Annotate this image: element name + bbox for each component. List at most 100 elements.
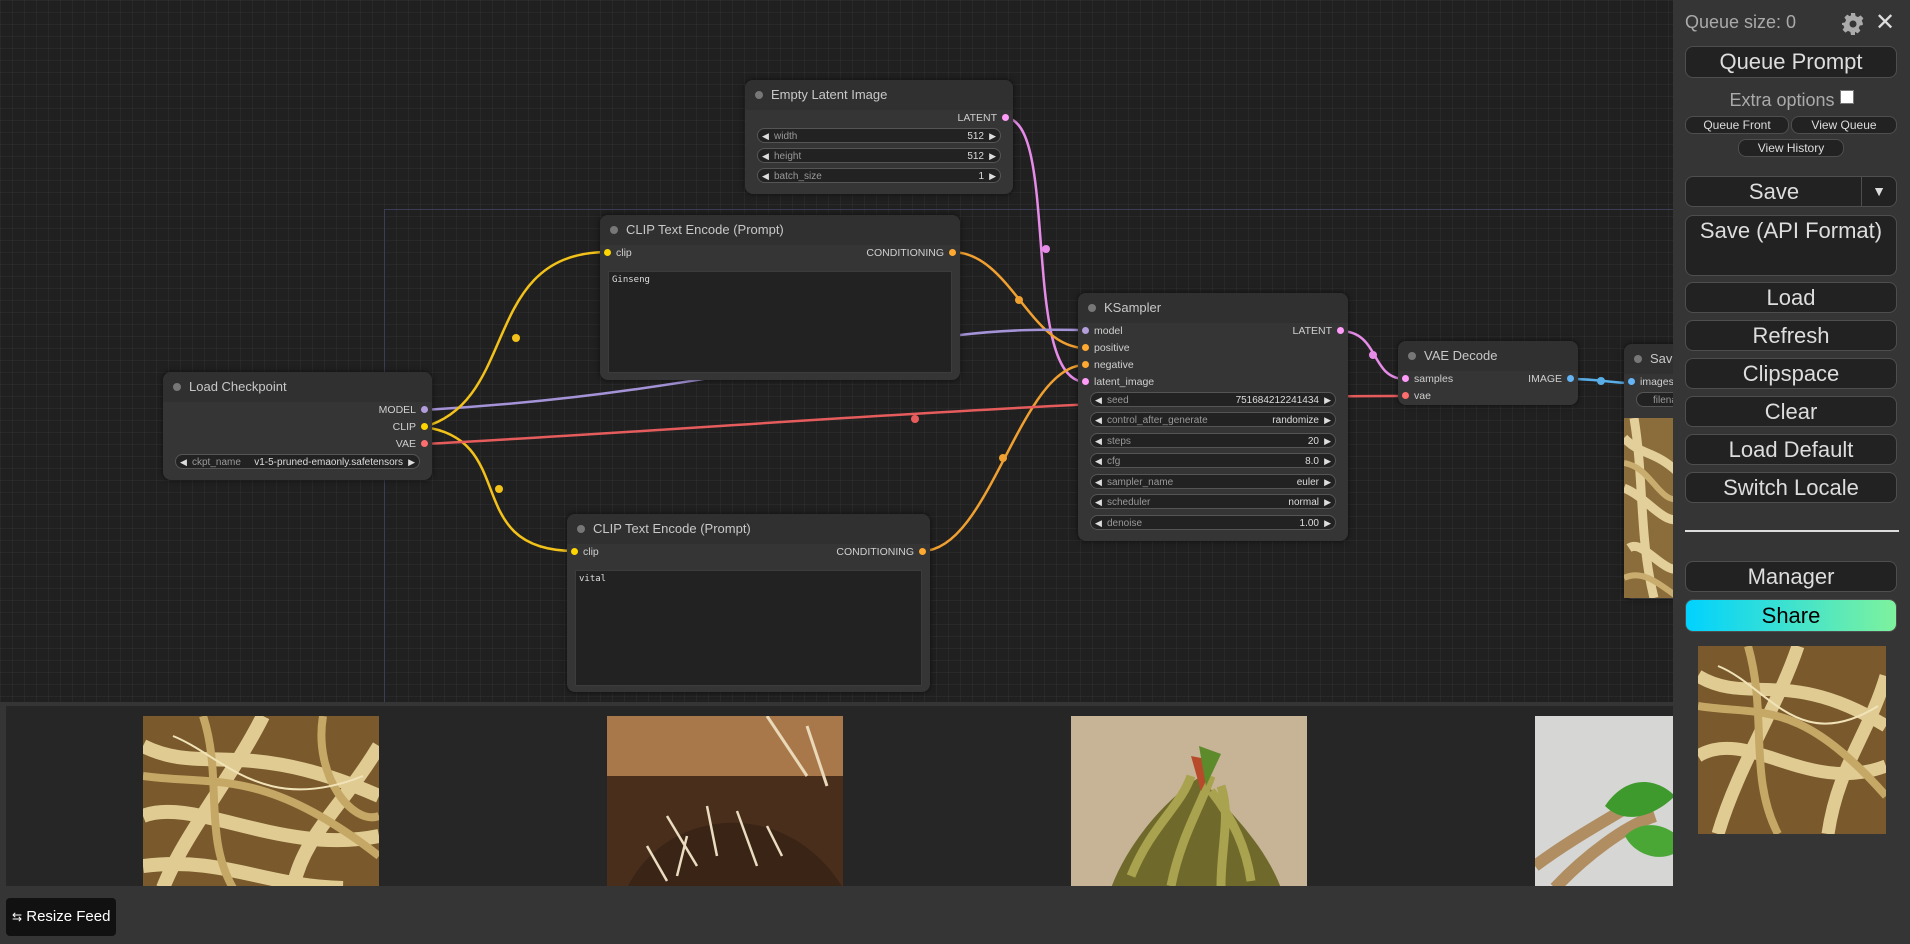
node-title: VAE Decode <box>1424 348 1498 363</box>
load-default-button[interactable]: Load Default <box>1685 434 1897 465</box>
switch-locale-button[interactable]: Switch Locale <box>1685 472 1897 503</box>
input-label-vae: vae <box>1414 390 1431 402</box>
input-slot-latent-image[interactable] <box>1082 378 1089 385</box>
clear-button[interactable]: Clear <box>1685 396 1897 427</box>
output-label-conditioning: CONDITIONING <box>866 247 944 259</box>
ksampler-node[interactable]: KSampler model positive negative latent_… <box>1078 293 1348 541</box>
view-queue-button[interactable]: View Queue <box>1791 116 1897 134</box>
output-slot-image[interactable] <box>1567 375 1574 382</box>
collapse-dot-icon[interactable] <box>1088 304 1096 312</box>
input-slot-vae[interactable] <box>1402 392 1409 399</box>
output-slot-conditioning[interactable] <box>919 548 926 555</box>
ginseng-roots-image <box>143 716 379 886</box>
control-after-generate-widget[interactable]: ◀ control_after_generate randomize ▶ <box>1090 412 1336 427</box>
refresh-button[interactable]: Refresh <box>1685 320 1897 351</box>
extra-options-row: Extra options <box>1673 90 1910 111</box>
output-label-conditioning: CONDITIONING <box>836 546 914 558</box>
input-label-clip: clip <box>583 546 599 558</box>
input-slot-model[interactable] <box>1082 327 1089 334</box>
clip-text-encode-negative-node[interactable]: CLIP Text Encode (Prompt) clip CONDITION… <box>567 514 930 692</box>
empty-latent-image-node[interactable]: Empty Latent Image LATENT ◀ width 512 ▶ ◀ he… <box>745 80 1013 194</box>
prompt-textarea[interactable]: Ginseng <box>608 271 952 373</box>
seed-widget[interactable]: ◀ seed 751684212241434 ▶ <box>1090 392 1336 407</box>
save-button[interactable]: Save ▼ <box>1685 176 1897 207</box>
close-icon[interactable]: ✕ <box>1875 8 1895 37</box>
collapse-dot-icon[interactable] <box>755 91 763 99</box>
load-checkpoint-node[interactable]: Load Checkpoint MODEL CLIP VAE ◀ ckpt_nam… <box>163 372 432 480</box>
save-image-node[interactable]: Save images filena <box>1624 344 1673 599</box>
collapse-dot-icon[interactable] <box>173 383 181 391</box>
input-slot-images[interactable] <box>1628 378 1635 385</box>
vae-decode-node[interactable]: VAE Decode samples vae IMAGE <box>1398 341 1578 405</box>
view-history-button[interactable]: View History <box>1738 139 1844 157</box>
collapse-dot-icon[interactable] <box>610 226 618 234</box>
image-feed: ⇆ Resize Feed <box>0 702 1673 944</box>
save-label: Save <box>1748 179 1800 204</box>
prompt-textarea[interactable]: vital <box>575 570 922 686</box>
output-label-clip: CLIP <box>392 421 416 433</box>
output-slot-conditioning[interactable] <box>949 249 956 256</box>
collapse-dot-icon[interactable] <box>1634 355 1642 363</box>
queue-size-label: Queue size: 0 <box>1685 12 1797 32</box>
width-widget[interactable]: ◀ width 512 ▶ <box>757 128 1001 143</box>
feed-image-3[interactable] <box>1071 716 1307 886</box>
collapse-dot-icon[interactable] <box>1408 352 1416 360</box>
input-label-images: images <box>1640 376 1673 388</box>
height-widget[interactable]: ◀ height 512 ▶ <box>757 148 1001 163</box>
output-slot-clip[interactable] <box>421 423 428 430</box>
output-slot-latent[interactable] <box>1002 114 1009 121</box>
input-slot-clip[interactable] <box>604 249 611 256</box>
input-slot-samples[interactable] <box>1402 375 1409 382</box>
ginseng-preview-graphic <box>1698 646 1886 834</box>
output-label-latent: LATENT <box>957 112 997 124</box>
output-slot-model[interactable] <box>421 406 428 413</box>
green-roots-on-burlap-image <box>1071 716 1307 886</box>
share-button[interactable]: Share <box>1685 599 1897 632</box>
resize-feed-label: Resize Feed <box>26 908 111 925</box>
queue-front-button[interactable]: Queue Front <box>1685 116 1789 134</box>
feed-image-1[interactable] <box>143 716 379 886</box>
denoise-widget[interactable]: ◀ denoise 1.00 ▶ <box>1090 515 1336 530</box>
sliders-icon: ⇆ <box>12 910 23 924</box>
load-button[interactable]: Load <box>1685 282 1897 313</box>
save-api-format-button[interactable]: Save (API Format) <box>1685 215 1897 276</box>
resize-feed-button[interactable]: ⇆ Resize Feed <box>6 898 117 936</box>
filename-prefix-widget[interactable]: filena <box>1636 392 1673 407</box>
save-dropdown-icon[interactable]: ▼ <box>1861 177 1896 206</box>
feed-strip[interactable] <box>6 706 1673 886</box>
gear-icon[interactable] <box>1841 12 1865 36</box>
latest-output-preview[interactable] <box>1698 646 1886 834</box>
ginseng-preview-graphic <box>1624 418 1673 598</box>
input-label-clip: clip <box>616 247 632 259</box>
node-graph-canvas[interactable]: Empty Latent Image LATENT ◀ width 512 ▶ ◀ he… <box>0 0 1673 702</box>
queue-prompt-button[interactable]: Queue Prompt <box>1685 46 1897 78</box>
soil-sprouts-image <box>607 716 843 886</box>
input-label-negative: negative <box>1094 359 1134 371</box>
extra-options-checkbox[interactable] <box>1839 90 1854 104</box>
output-slot-vae[interactable] <box>421 440 428 447</box>
cfg-widget[interactable]: ◀ cfg 8.0 ▶ <box>1090 453 1336 468</box>
output-label-vae: VAE <box>395 438 416 450</box>
manager-button[interactable]: Manager <box>1685 561 1897 592</box>
roots-with-leaves-image <box>1535 716 1673 886</box>
save-image-preview[interactable] <box>1624 418 1673 598</box>
scheduler-widget[interactable]: ◀ scheduler normal ▶ <box>1090 494 1336 509</box>
input-slot-positive[interactable] <box>1082 344 1089 351</box>
batch-size-widget[interactable]: ◀ batch_size 1 ▶ <box>757 168 1001 183</box>
input-slot-clip[interactable] <box>571 548 578 555</box>
feed-image-4[interactable] <box>1535 716 1673 886</box>
clip-text-encode-positive-node[interactable]: CLIP Text Encode (Prompt) clip CONDITION… <box>600 215 960 380</box>
sampler-name-widget[interactable]: ◀ sampler_name euler ▶ <box>1090 474 1336 489</box>
feed-image-2[interactable] <box>607 716 843 886</box>
output-slot-latent[interactable] <box>1337 327 1344 334</box>
node-title: CLIP Text Encode (Prompt) <box>593 521 751 536</box>
steps-widget[interactable]: ◀ steps 20 ▶ <box>1090 433 1336 448</box>
input-label-positive: positive <box>1094 342 1130 354</box>
node-title: CLIP Text Encode (Prompt) <box>626 222 784 237</box>
output-label-latent: LATENT <box>1292 325 1332 337</box>
output-label-model: MODEL <box>378 404 416 416</box>
clipspace-button[interactable]: Clipspace <box>1685 358 1897 389</box>
input-slot-negative[interactable] <box>1082 361 1089 368</box>
ckpt-name-widget[interactable]: ◀ ckpt_name v1-5-pruned-emaonly.safetensor… <box>175 454 420 469</box>
collapse-dot-icon[interactable] <box>577 525 585 533</box>
